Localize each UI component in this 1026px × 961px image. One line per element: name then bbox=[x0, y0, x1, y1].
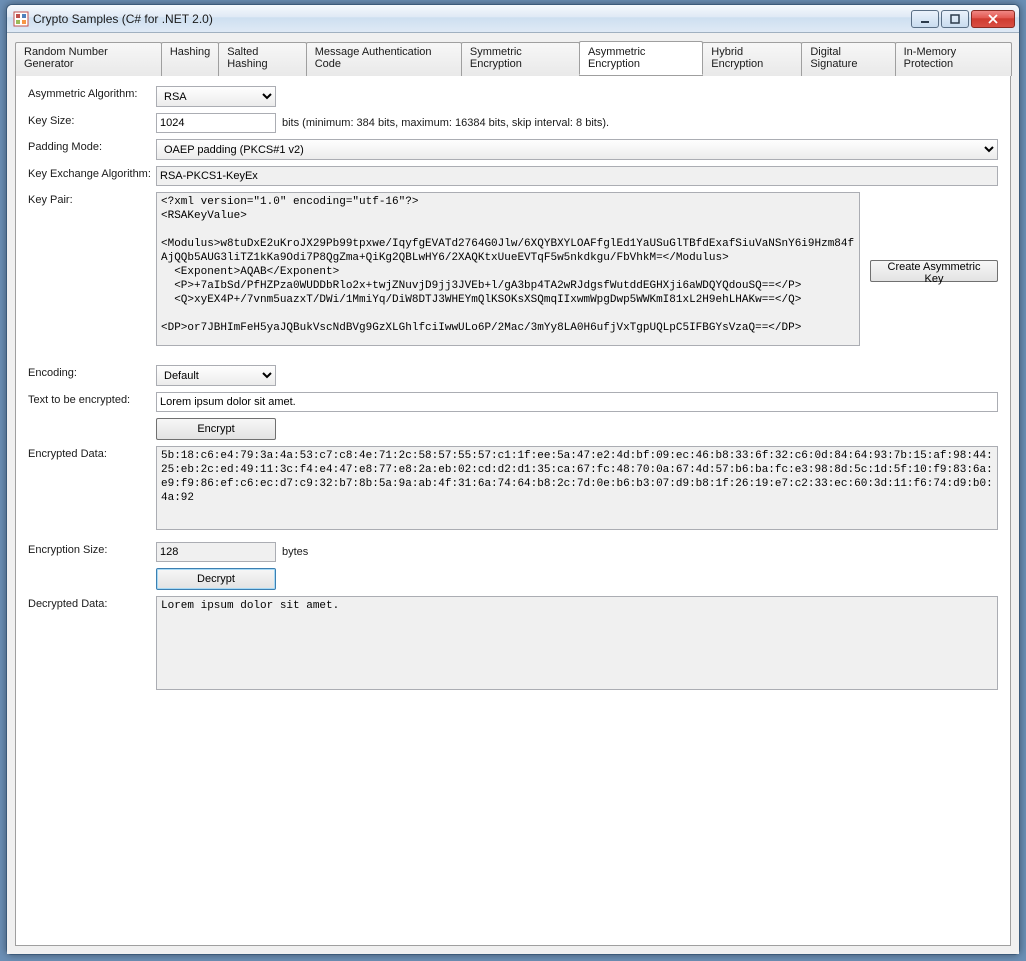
client-area: Random Number Generator Hashing Salted H… bbox=[7, 33, 1019, 954]
encrypted-data-label: Encrypted Data: bbox=[28, 446, 156, 460]
encryption-size-label: Encryption Size: bbox=[28, 542, 156, 556]
tab-message-authentication-code[interactable]: Message Authentication Code bbox=[306, 42, 462, 76]
tab-symmetric-encryption[interactable]: Symmetric Encryption bbox=[461, 42, 580, 76]
maximize-button[interactable] bbox=[941, 10, 969, 28]
key-size-input[interactable] bbox=[156, 113, 276, 133]
key-exchange-input[interactable] bbox=[156, 166, 998, 186]
app-window: Crypto Samples (C# for .NET 2.0) Random … bbox=[6, 4, 1020, 955]
encrypted-data-textarea[interactable]: 5b:18:c6:e4:79:3a:4a:53:c7:c8:4e:71:2c:5… bbox=[156, 446, 998, 530]
window-title: Crypto Samples (C# for .NET 2.0) bbox=[33, 12, 911, 26]
app-icon bbox=[13, 11, 29, 27]
key-exchange-label: Key Exchange Algorithm: bbox=[28, 166, 156, 180]
tab-in-memory-protection[interactable]: In-Memory Protection bbox=[895, 42, 1012, 76]
padding-mode-label: Padding Mode: bbox=[28, 139, 156, 153]
algorithm-label: Asymmetric Algorithm: bbox=[28, 86, 156, 100]
text-to-encrypt-label: Text to be encrypted: bbox=[28, 392, 156, 406]
encrypt-button[interactable]: Encrypt bbox=[156, 418, 276, 440]
minimize-button[interactable] bbox=[911, 10, 939, 28]
text-to-encrypt-input[interactable] bbox=[156, 392, 998, 412]
tab-strip: Random Number Generator Hashing Salted H… bbox=[15, 41, 1011, 75]
titlebar[interactable]: Crypto Samples (C# for .NET 2.0) bbox=[7, 5, 1019, 33]
encryption-size-input[interactable] bbox=[156, 542, 276, 562]
window-buttons bbox=[911, 10, 1015, 28]
key-pair-textarea[interactable]: <?xml version="1.0" encoding="utf-16"?> … bbox=[156, 192, 860, 346]
encoding-select[interactable]: Default bbox=[156, 365, 276, 386]
close-button[interactable] bbox=[971, 10, 1015, 28]
decrypted-data-textarea[interactable]: Lorem ipsum dolor sit amet. bbox=[156, 596, 998, 690]
tab-salted-hashing[interactable]: Salted Hashing bbox=[218, 42, 307, 76]
decrypted-data-label: Decrypted Data: bbox=[28, 596, 156, 610]
key-size-label: Key Size: bbox=[28, 113, 156, 127]
tab-asymmetric-encryption[interactable]: Asymmetric Encryption bbox=[579, 41, 703, 75]
key-pair-label: Key Pair: bbox=[28, 192, 156, 206]
padding-mode-select[interactable]: OAEP padding (PKCS#1 v2) bbox=[156, 139, 998, 160]
encryption-size-unit: bytes bbox=[282, 546, 308, 558]
tab-page-asymmetric-encryption: Asymmetric Algorithm: RSA Key Size: bits… bbox=[15, 75, 1011, 946]
tab-hashing[interactable]: Hashing bbox=[161, 42, 219, 76]
create-asymmetric-key-button[interactable]: Create Asymmetric Key bbox=[870, 260, 998, 282]
tab-digital-signature[interactable]: Digital Signature bbox=[801, 42, 895, 76]
tab-hybrid-encryption[interactable]: Hybrid Encryption bbox=[702, 42, 802, 76]
key-size-hint: bits (minimum: 384 bits, maximum: 16384 … bbox=[282, 117, 609, 129]
decrypt-button[interactable]: Decrypt bbox=[156, 568, 276, 590]
algorithm-select[interactable]: RSA bbox=[156, 86, 276, 107]
encoding-label: Encoding: bbox=[28, 365, 156, 379]
tab-random-number-generator[interactable]: Random Number Generator bbox=[15, 42, 162, 76]
